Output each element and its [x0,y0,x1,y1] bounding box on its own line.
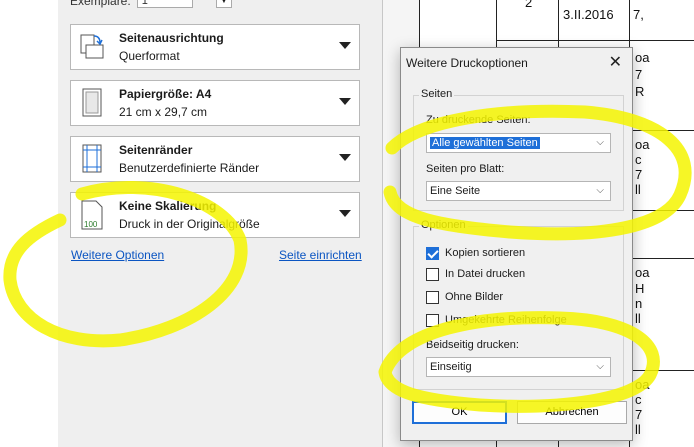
sheet-cell: c [635,152,642,167]
sheet-cell: 3.II.2016 [563,7,614,22]
options-group-label: Optionen [419,219,468,231]
sheet-cell: c [635,392,642,407]
pages-to-print-value: Alle gewählten Seiten [430,137,540,149]
grid-line [629,258,694,259]
duplex-value: Einseitig [430,361,472,373]
scaling-setting[interactable]: 100 Keine Skalierung Druck in der Origin… [70,192,360,238]
print-to-file-option[interactable]: In Datei drucken [426,267,525,281]
reverse-order-checkbox[interactable] [426,313,439,327]
sheet-cell: R [635,84,645,99]
margins-title: Seitenränder [119,143,193,157]
pages-group-label: Seiten [419,88,455,100]
scaling-value: Druck in der Originalgröße [119,217,260,231]
scaling-title: Keine Skalierung [119,199,217,213]
sheet-cell: n [635,296,643,311]
no-images-checkbox[interactable] [426,290,439,304]
pages-per-sheet-select[interactable]: Eine Seite ⌵ [426,181,611,201]
sheet-cell: 2 [525,0,533,10]
pages-to-print-select[interactable]: Alle gewählten Seiten ⌵ [426,133,611,153]
sheet-cell: ll [635,182,641,197]
sheet-cell: H [635,281,645,296]
sort-copies-checkbox[interactable] [426,246,439,260]
pages-per-sheet-label: Seiten pro Blatt: [426,163,505,175]
chevron-down-icon[interactable] [339,154,351,161]
sheet-cell: 7 [635,67,643,82]
pages-to-print-label: Zu druckende Seiten: [426,114,531,126]
margins-icon [82,144,102,173]
orientation-title: Seitenausrichtung [119,31,224,45]
grid-line [496,40,694,41]
page-setup-link[interactable]: Seite einrichten [279,248,362,262]
print-to-file-label: In Datei drucken [445,268,526,280]
left-margin-strip [0,0,58,447]
cancel-button[interactable]: Abbrechen [517,401,627,424]
chevron-down-icon[interactable] [339,98,351,105]
paper-size-setting[interactable]: Papiergröße: A4 21 cm x 29,7 cm [70,80,360,126]
scaling-icon-text: 100 [84,220,98,229]
no-images-option[interactable]: Ohne Bilder [426,290,503,304]
duplex-label: Beidseitig drucken: [426,339,519,351]
sheet-cell: ll [635,311,641,326]
grid-line [629,130,694,131]
chevron-down-icon[interactable]: ⌵ [596,358,604,376]
sheet-cell: oa [635,265,650,280]
no-images-label: Ohne Bilder [445,291,504,303]
copies-label: Exemplare: [70,0,131,8]
print-to-file-checkbox[interactable] [426,267,439,281]
margins-value: Benutzerdefinierte Ränder [119,161,260,175]
sheet-cell: 7, [633,7,644,22]
chevron-down-icon[interactable] [339,42,351,49]
ok-button[interactable]: OK [412,401,507,424]
orientation-value: Querformat [119,49,180,63]
sheet-cell: 7 [635,167,643,182]
duplex-select[interactable]: Einseitig ⌵ [426,357,611,377]
reverse-order-option[interactable]: Umgekehrte Reihenfolge [426,313,567,327]
paper-size-title: Papiergröße: A4 [119,87,212,101]
copies-row: Exemplare: 1 [70,0,193,8]
sheet-cell: oa [635,377,650,392]
reverse-order-label: Umgekehrte Reihenfolge [445,314,567,326]
paper-size-icon [82,88,102,117]
chevron-down-icon[interactable]: ⌵ [596,182,604,200]
orientation-setting[interactable]: Seitenausrichtung Querformat [70,24,360,70]
sheet-cell: oa [635,137,650,152]
more-print-options-dialog: Weitere Druckoptionen ✕ Seiten Zu drucke… [400,47,633,441]
copies-spinner-down-icon[interactable]: ▼ [216,0,232,8]
grid-line [629,370,694,371]
sheet-cell: 7 [635,407,643,422]
sort-copies-label: Kopien sortieren [445,247,526,259]
copies-input[interactable]: 1 [136,0,193,8]
page-orientation-icon [80,34,104,59]
sort-copies-option[interactable]: Kopien sortieren [426,246,525,260]
scaling-icon: 100 [81,200,103,230]
pages-per-sheet-value: Eine Seite [430,185,481,197]
chevron-down-icon[interactable]: ⌵ [596,134,604,152]
paper-size-value: 21 cm x 29,7 cm [119,105,208,119]
sheet-cell: oa [635,50,650,65]
more-options-link[interactable]: Weitere Optionen [71,248,164,262]
grid-line [629,210,694,211]
dialog-title: Weitere Druckoptionen [406,56,528,70]
margins-setting[interactable]: Seitenränder Benutzerdefinierte Ränder [70,136,360,182]
sheet-cell: ll [635,422,641,437]
chevron-down-icon[interactable] [339,210,351,217]
close-icon[interactable]: ✕ [609,52,622,72]
